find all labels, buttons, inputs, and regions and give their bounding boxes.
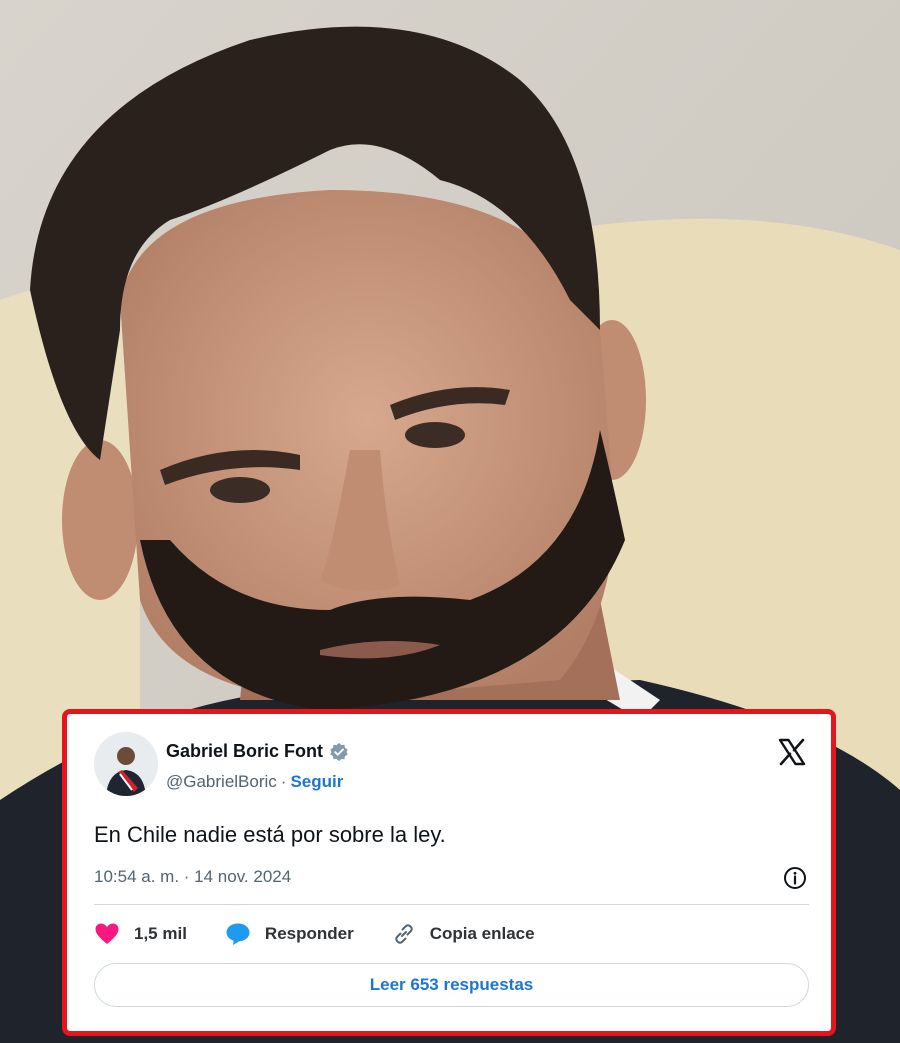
reply-button[interactable]: Responder [225,922,354,946]
action-bar: 1,5 mil Responder Copia enlace [94,922,573,946]
verified-badge-icon [329,742,349,762]
tweet-timestamp[interactable]: 10:54 a. m. · 14 nov. 2024 [94,867,291,887]
separator: · [280,772,287,791]
info-icon[interactable] [783,866,807,890]
heart-icon [94,922,120,946]
tweet-text: En Chile nadie está por sobre la ley. [94,822,446,847]
likes-count: 1,5 mil [134,924,187,943]
follow-button[interactable]: Seguir [290,772,343,792]
copy-link-button[interactable]: Copia enlace [392,922,535,946]
divider [94,904,809,905]
copy-link-label: Copia enlace [429,924,535,943]
avatar[interactable] [94,732,158,796]
x-logo-icon[interactable] [777,737,807,767]
tweet-card: Gabriel Boric Font @GabrielBoric · Segui… [62,709,836,1036]
author-name[interactable]: Gabriel Boric Font [166,741,323,762]
reply-icon [225,922,251,946]
reply-label: Responder [264,924,354,943]
read-replies-button[interactable]: Leer 653 respuestas [94,963,809,1007]
like-button[interactable]: 1,5 mil [94,922,187,946]
read-replies-label: Leer 653 respuestas [369,975,534,994]
author-handle[interactable]: @GabrielBoric [166,772,277,792]
link-icon [392,922,416,946]
